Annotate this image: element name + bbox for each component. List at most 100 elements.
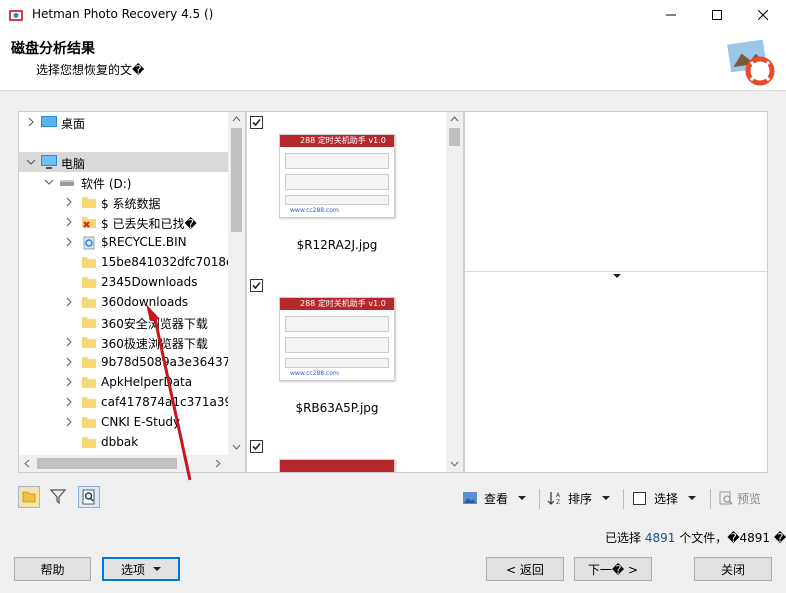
- thumbnail-panel[interactable]: 288 定时关机助手 v1.0 www.cc288.com $R12RA2J.j…: [246, 111, 464, 473]
- svg-text:Z: Z: [556, 499, 560, 506]
- preview-panel[interactable]: [464, 111, 768, 473]
- chevron-down-icon[interactable]: [25, 155, 37, 169]
- tree-label: dbbak: [101, 435, 139, 449]
- splitter-arrow-icon[interactable]: [613, 274, 621, 279]
- tree-item-folder[interactable]: caf417874a1c371a39b5fc: [19, 392, 245, 412]
- close-icon: [758, 10, 768, 20]
- folder-icon: [82, 317, 96, 328]
- tree-item-folder[interactable]: 9b78d5089a3e36437335: [19, 352, 245, 372]
- close-window-button[interactable]: [740, 0, 786, 30]
- back-button[interactable]: < 返回: [486, 557, 564, 581]
- tree-item-computer[interactable]: 电脑: [19, 152, 229, 172]
- folder-icon: [82, 417, 96, 428]
- folder-view-button[interactable]: [18, 486, 40, 508]
- chevron-right-icon[interactable]: [63, 295, 75, 309]
- chevron-right-icon[interactable]: [63, 415, 75, 429]
- minimize-button[interactable]: [648, 0, 694, 30]
- page-subtitle: 选择您想恢复的文�: [36, 63, 145, 77]
- tree-item-folder[interactable]: 360安全浏览器下载: [19, 312, 229, 332]
- status-middle: 个文件，: [675, 531, 728, 545]
- chevron-up-icon[interactable]: [232, 116, 241, 122]
- thumbnail-filename: $R12RA2J.jpg: [296, 238, 378, 252]
- lifebuoy-photo-icon: [724, 37, 775, 86]
- scroll-thumb[interactable]: [231, 128, 242, 232]
- tree-horizontal-scrollbar[interactable]: [19, 455, 245, 472]
- selected-count: 4891: [644, 531, 676, 545]
- options-button[interactable]: 选项: [102, 557, 180, 581]
- chevron-right-icon[interactable]: [63, 375, 75, 389]
- checkmark-icon: [252, 281, 261, 290]
- chevron-down-icon[interactable]: [602, 495, 611, 501]
- tree-item-folder[interactable]: CNKI E-Study: [19, 412, 229, 432]
- file-checkbox[interactable]: [250, 116, 263, 129]
- view-button[interactable]: 查看: [462, 487, 527, 509]
- next-button[interactable]: 下一� >: [574, 557, 652, 581]
- tree-item-folder[interactable]: 360极速浏览器下载: [19, 332, 229, 352]
- thumbnail-image[interactable]: 288 定时关机助手 v1.0 www.cc288.com: [279, 297, 395, 381]
- checkmark-icon: [252, 118, 261, 127]
- chevron-right-icon[interactable]: [63, 235, 75, 249]
- filter-button[interactable]: [48, 486, 70, 508]
- select-button[interactable]: 选择: [633, 487, 697, 509]
- drive-icon: [60, 180, 74, 186]
- thumbnail-vertical-scrollbar[interactable]: [446, 112, 463, 472]
- help-button[interactable]: 帮助: [14, 557, 91, 581]
- search-button[interactable]: [78, 486, 100, 508]
- chevron-right-icon[interactable]: [63, 395, 75, 409]
- tree-item-folder[interactable]: ApkHelperData: [19, 372, 229, 392]
- thumbnail-image[interactable]: 288 定时关机助手 v1.0 www.cc288.com: [279, 134, 395, 218]
- chevron-up-icon[interactable]: [450, 116, 459, 122]
- folder-icon: [82, 437, 96, 448]
- tree-item-folder[interactable]: $RECYCLE.BIN: [19, 232, 229, 252]
- file-checkbox[interactable]: [250, 440, 263, 453]
- sort-icon: AZ: [547, 492, 561, 506]
- chevron-down-icon[interactable]: [518, 495, 527, 501]
- tree-item-folder[interactable]: $ 系统数据: [19, 192, 229, 212]
- folder-icon: [82, 297, 96, 308]
- tree-label: 9b78d5089a3e36437335: [101, 355, 246, 369]
- preview-button[interactable]: 预览: [718, 487, 761, 509]
- tree-vertical-scrollbar[interactable]: [228, 112, 245, 455]
- tree-label: $RECYCLE.BIN: [101, 235, 187, 249]
- close-button[interactable]: 关闭: [694, 557, 772, 581]
- file-checkbox[interactable]: [250, 279, 263, 292]
- chevron-left-icon[interactable]: [24, 459, 30, 468]
- select-all-checkbox[interactable]: [633, 491, 646, 505]
- chevron-right-icon[interactable]: [63, 215, 75, 229]
- tree-label: $ 已丢失和已找�: [101, 217, 197, 231]
- folder-icon: [82, 197, 96, 208]
- tree-label: 360安全浏览器下载: [101, 317, 208, 331]
- sort-button[interactable]: AZ 排序: [547, 487, 611, 509]
- tree-item-folder[interactable]: 2345Downloads: [19, 272, 229, 292]
- scroll-thumb[interactable]: [37, 458, 177, 469]
- chevron-right-icon[interactable]: [25, 115, 37, 129]
- wizard-header: 磁盘分析结果 选择您想恢复的文�: [0, 30, 786, 91]
- chevron-right-icon[interactable]: [215, 459, 221, 468]
- title-bar: Hetman Photo Recovery 4.5 (): [0, 0, 786, 30]
- computer-icon: [41, 155, 57, 169]
- tree-item-drive-d[interactable]: 软件 (D:): [19, 172, 229, 192]
- next-label: 下一� >: [587, 562, 639, 577]
- tree-item-desktop[interactable]: 桌面: [19, 112, 229, 132]
- chevron-down-icon[interactable]: [43, 175, 55, 189]
- chevron-down-icon[interactable]: [688, 495, 697, 501]
- svg-text:A: A: [556, 492, 561, 499]
- thumbnail-image[interactable]: [279, 459, 395, 472]
- tree-label: 360downloads: [101, 295, 189, 309]
- scroll-thumb[interactable]: [449, 128, 460, 146]
- maximize-button[interactable]: [694, 0, 740, 30]
- chevron-down-icon: [153, 566, 161, 571]
- chevron-right-icon[interactable]: [63, 355, 75, 369]
- tree-item-folder[interactable]: $ 已丢失和已找�: [19, 212, 229, 232]
- folder-tree-panel[interactable]: 桌面 电脑 软件 (D:) $ 系统数据 $ 已丢失和已找� $RECYCLE.…: [18, 111, 246, 473]
- chevron-down-icon[interactable]: [450, 461, 459, 467]
- chevron-down-icon[interactable]: [232, 444, 241, 450]
- chevron-right-icon[interactable]: [63, 335, 75, 349]
- tree-item-folder[interactable]: 360downloads: [19, 292, 229, 312]
- chevron-right-icon[interactable]: [63, 195, 75, 209]
- select-label: 选择: [654, 491, 679, 506]
- lost-folder-icon: [82, 217, 96, 228]
- recycle-bin-icon: [83, 236, 95, 250]
- tree-item-folder[interactable]: 15be841032dfc7018e264a: [19, 252, 245, 272]
- tree-item-folder[interactable]: dbbak: [19, 432, 229, 452]
